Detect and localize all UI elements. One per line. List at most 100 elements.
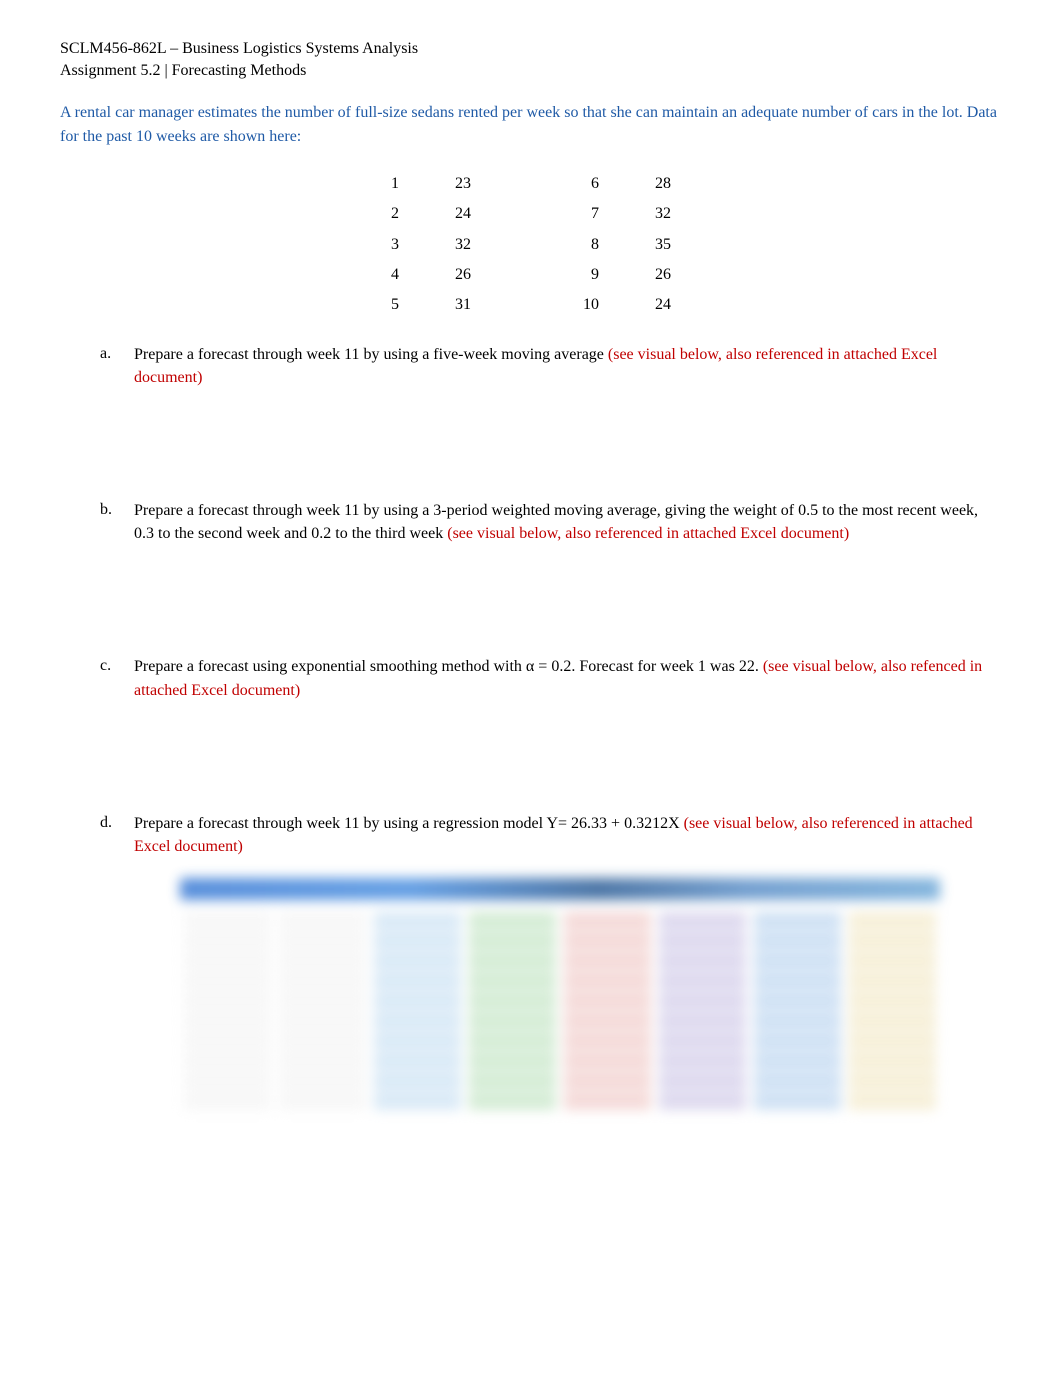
table-cell: 23 [427,169,499,199]
blur-cell [184,1012,271,1030]
blur-cell [279,1092,366,1110]
blur-cell [374,912,461,930]
blur-cell [564,952,651,970]
table-cell: 4 [363,260,427,290]
blurred-body [180,900,940,1130]
blur-cell [564,1072,651,1090]
course-code: SCLM456-862L – Business Logistics System… [60,38,1002,60]
blur-cell [659,1072,746,1090]
blur-cell [469,932,556,950]
table-cell: 3 [363,230,427,260]
blur-cell [754,1052,841,1070]
blur-cell [374,972,461,990]
question-letter: c. [100,655,134,701]
blur-cell [469,1032,556,1050]
blur-cell [279,1032,366,1050]
table-row: 224732 [363,199,699,229]
question-letter: b. [100,499,134,545]
table-cell [499,169,555,199]
blur-cell [849,1052,936,1070]
blur-cell [754,912,841,930]
blurred-header [180,878,940,900]
blur-cell [279,992,366,1010]
blur-cell [754,972,841,990]
blur-cell [279,1052,366,1070]
blur-cell [279,912,366,930]
question-text: Prepare a forecast using exponential smo… [134,658,763,675]
blur-cell [564,992,651,1010]
blur-cell [374,952,461,970]
blur-cell [564,1012,651,1030]
blur-cell [754,1032,841,1050]
blur-col [275,900,370,1130]
blur-col [845,900,940,1130]
blur-col [180,900,275,1130]
table-cell: 24 [427,199,499,229]
blur-cell [184,1032,271,1050]
blur-cell [564,912,651,930]
question-body: Prepare a forecast through week 11 by us… [134,499,1002,545]
table-cell [499,230,555,260]
blur-cell [469,1052,556,1070]
question-c: c. Prepare a forecast using exponential … [60,655,1002,701]
blur-cell [184,932,271,950]
blur-cell [849,912,936,930]
table-row: 123628 [363,169,699,199]
blur-cell [374,1092,461,1110]
blur-cell [184,952,271,970]
blur-cell [279,1012,366,1030]
blur-cell [469,992,556,1010]
blur-cell [659,1032,746,1050]
questions-list: a. Prepare a forecast through week 11 by… [60,343,1002,859]
table-cell: 1 [363,169,427,199]
question-note: (see visual below, also referenced in at… [447,525,849,542]
blur-cell [659,952,746,970]
question-a: a. Prepare a forecast through week 11 by… [60,343,1002,389]
blur-cell [849,992,936,1010]
blur-cell [184,912,271,930]
blur-cell [469,912,556,930]
question-body: Prepare a forecast using exponential smo… [134,655,1002,701]
data-table: 1236282247323328354269265311024 [363,169,699,321]
question-body: Prepare a forecast through week 11 by us… [134,812,1002,858]
table-cell: 10 [555,290,627,320]
table-cell [499,260,555,290]
question-d: d. Prepare a forecast through week 11 by… [60,812,1002,858]
blur-cell [849,1012,936,1030]
blur-cell [564,1092,651,1110]
blur-cell [564,1052,651,1070]
blur-cell [279,932,366,950]
blur-cell [754,952,841,970]
blur-col [750,900,845,1130]
blur-cell [849,1072,936,1090]
blur-cell [754,992,841,1010]
blur-cell [374,1012,461,1030]
question-text: Prepare a forecast through week 11 by us… [134,815,684,832]
table-cell: 2 [363,199,427,229]
intro-paragraph: A rental car manager estimates the numbe… [60,101,1002,149]
blur-cell [849,1032,936,1050]
table-row: 332835 [363,230,699,260]
blur-cell [469,1012,556,1030]
blur-cell [374,992,461,1010]
table-row: 5311024 [363,290,699,320]
blur-cell [374,1052,461,1070]
blur-cell [659,972,746,990]
question-text: Prepare a forecast through week 11 by us… [134,346,608,363]
blur-cell [754,1072,841,1090]
blur-cell [564,972,651,990]
blur-cell [659,932,746,950]
blur-cell [849,1092,936,1110]
question-body: Prepare a forecast through week 11 by us… [134,343,1002,389]
table-row: 426926 [363,260,699,290]
blur-cell [659,1092,746,1110]
table-cell [499,290,555,320]
blur-cell [279,952,366,970]
table-cell: 9 [555,260,627,290]
blur-cell [564,932,651,950]
blur-cell [184,972,271,990]
table-cell: 26 [627,260,699,290]
blur-cell [659,1052,746,1070]
blur-cell [754,1012,841,1030]
table-cell: 32 [627,199,699,229]
